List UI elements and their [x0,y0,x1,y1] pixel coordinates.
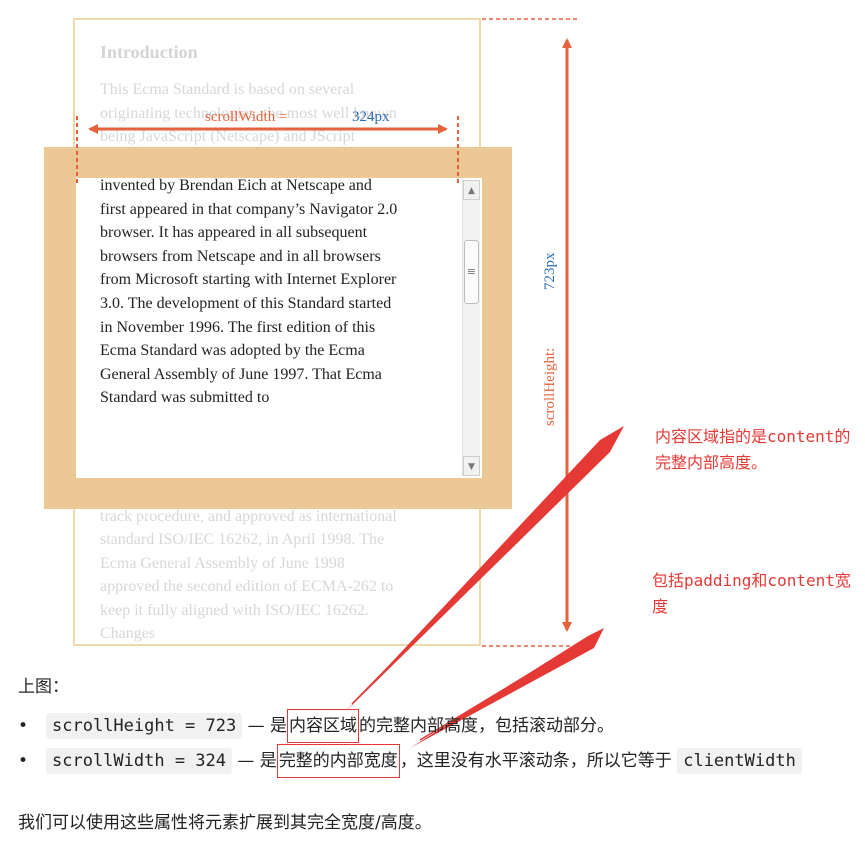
scroll-metrics-diagram: Introduction This Ecma Standard is based… [0,0,865,660]
item2-pre: — 是 [232,751,277,771]
bullet-icon: • [18,751,29,771]
caption: 上图： [18,677,69,697]
scroll-height-value: 723px [542,252,558,291]
content-area-note: 内容区域指的是content的完整内部高度。 [655,427,851,472]
list-item: • scrollWidth = 324 — 是完整的内部宽度 ，这里没有水平滚动条，… [18,744,802,778]
bullet-icon: • [18,716,29,736]
item2-post: ，这里没有水平滚动条，所以它等于 [399,751,678,771]
scroll-width-label: scrollWidth = [205,109,288,125]
scroll-width-value: 324px [352,109,390,125]
client-width-code: clientWidth [677,748,802,774]
padding-content-note: 包括padding和content宽度 [652,571,851,616]
dimension-arrows [76,18,578,647]
item1-post: 的完整内部高度，包括滚动部分。 [359,716,615,736]
scroll-width-code: scrollWidth = 324 [46,748,232,774]
content-area-highlight: 内容区域 [287,709,360,743]
closing-paragraph: 我们可以使用这些属性将元素扩展到其完全宽度/高度。 [18,813,432,833]
item1-pre: — 是 [242,716,288,736]
scroll-height-code: scrollHeight = 723 [46,713,243,739]
scroll-height-label: scrollHeight: [542,347,558,426]
list-item: • scrollHeight = 723 — 是内容区域 的完整内部高度，包括滚动部… [18,709,615,743]
full-width-highlight: 完整的内部宽度 [276,744,400,778]
